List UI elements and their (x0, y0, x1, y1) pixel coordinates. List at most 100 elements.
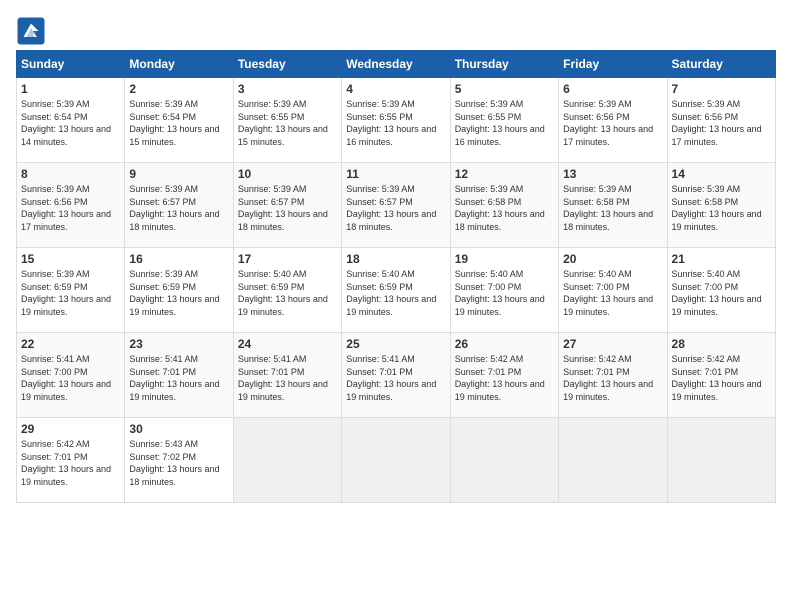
calendar-body: 1 Sunrise: 5:39 AMSunset: 6:54 PMDayligh… (17, 78, 776, 503)
day-info: Sunrise: 5:39 AMSunset: 6:57 PMDaylight:… (346, 184, 436, 232)
day-number: 13 (563, 167, 662, 181)
day-number: 14 (672, 167, 771, 181)
calendar-cell: 29 Sunrise: 5:42 AMSunset: 7:01 PMDaylig… (17, 418, 125, 503)
day-info: Sunrise: 5:39 AMSunset: 6:59 PMDaylight:… (129, 269, 219, 317)
day-info: Sunrise: 5:39 AMSunset: 6:54 PMDaylight:… (21, 99, 111, 147)
day-info: Sunrise: 5:39 AMSunset: 6:58 PMDaylight:… (563, 184, 653, 232)
day-info: Sunrise: 5:39 AMSunset: 6:56 PMDaylight:… (563, 99, 653, 147)
day-number: 22 (21, 337, 120, 351)
day-number: 20 (563, 252, 662, 266)
calendar-header-monday: Monday (125, 51, 233, 78)
calendar-cell: 6 Sunrise: 5:39 AMSunset: 6:56 PMDayligh… (559, 78, 667, 163)
calendar-cell: 21 Sunrise: 5:40 AMSunset: 7:00 PMDaylig… (667, 248, 775, 333)
page-header (16, 16, 776, 46)
day-info: Sunrise: 5:39 AMSunset: 6:59 PMDaylight:… (21, 269, 111, 317)
calendar-cell: 11 Sunrise: 5:39 AMSunset: 6:57 PMDaylig… (342, 163, 450, 248)
calendar-cell: 24 Sunrise: 5:41 AMSunset: 7:01 PMDaylig… (233, 333, 341, 418)
calendar-cell: 7 Sunrise: 5:39 AMSunset: 6:56 PMDayligh… (667, 78, 775, 163)
day-number: 19 (455, 252, 554, 266)
day-info: Sunrise: 5:39 AMSunset: 6:56 PMDaylight:… (21, 184, 111, 232)
calendar-cell: 12 Sunrise: 5:39 AMSunset: 6:58 PMDaylig… (450, 163, 558, 248)
day-number: 1 (21, 82, 120, 96)
calendar-cell: 1 Sunrise: 5:39 AMSunset: 6:54 PMDayligh… (17, 78, 125, 163)
calendar-cell: 27 Sunrise: 5:42 AMSunset: 7:01 PMDaylig… (559, 333, 667, 418)
day-number: 10 (238, 167, 337, 181)
day-number: 16 (129, 252, 228, 266)
day-info: Sunrise: 5:39 AMSunset: 6:57 PMDaylight:… (238, 184, 328, 232)
calendar-cell (342, 418, 450, 503)
day-info: Sunrise: 5:39 AMSunset: 6:58 PMDaylight:… (455, 184, 545, 232)
calendar-cell: 2 Sunrise: 5:39 AMSunset: 6:54 PMDayligh… (125, 78, 233, 163)
calendar-header-wednesday: Wednesday (342, 51, 450, 78)
day-info: Sunrise: 5:39 AMSunset: 6:55 PMDaylight:… (238, 99, 328, 147)
calendar-header-tuesday: Tuesday (233, 51, 341, 78)
day-number: 2 (129, 82, 228, 96)
day-number: 29 (21, 422, 120, 436)
calendar-week-row: 8 Sunrise: 5:39 AMSunset: 6:56 PMDayligh… (17, 163, 776, 248)
day-number: 30 (129, 422, 228, 436)
day-number: 28 (672, 337, 771, 351)
day-info: Sunrise: 5:41 AMSunset: 7:00 PMDaylight:… (21, 354, 111, 402)
day-number: 7 (672, 82, 771, 96)
calendar-header-row: SundayMondayTuesdayWednesdayThursdayFrid… (17, 51, 776, 78)
calendar-cell: 20 Sunrise: 5:40 AMSunset: 7:00 PMDaylig… (559, 248, 667, 333)
calendar-cell: 23 Sunrise: 5:41 AMSunset: 7:01 PMDaylig… (125, 333, 233, 418)
day-number: 15 (21, 252, 120, 266)
day-number: 8 (21, 167, 120, 181)
calendar-header-saturday: Saturday (667, 51, 775, 78)
day-info: Sunrise: 5:42 AMSunset: 7:01 PMDaylight:… (563, 354, 653, 402)
calendar-cell: 3 Sunrise: 5:39 AMSunset: 6:55 PMDayligh… (233, 78, 341, 163)
calendar-cell: 15 Sunrise: 5:39 AMSunset: 6:59 PMDaylig… (17, 248, 125, 333)
calendar-header-sunday: Sunday (17, 51, 125, 78)
calendar-header-friday: Friday (559, 51, 667, 78)
day-number: 24 (238, 337, 337, 351)
calendar-week-row: 22 Sunrise: 5:41 AMSunset: 7:00 PMDaylig… (17, 333, 776, 418)
calendar-week-row: 15 Sunrise: 5:39 AMSunset: 6:59 PMDaylig… (17, 248, 776, 333)
day-info: Sunrise: 5:42 AMSunset: 7:01 PMDaylight:… (21, 439, 111, 487)
day-number: 25 (346, 337, 445, 351)
day-number: 21 (672, 252, 771, 266)
calendar-cell: 8 Sunrise: 5:39 AMSunset: 6:56 PMDayligh… (17, 163, 125, 248)
day-number: 23 (129, 337, 228, 351)
day-number: 17 (238, 252, 337, 266)
calendar-cell: 4 Sunrise: 5:39 AMSunset: 6:55 PMDayligh… (342, 78, 450, 163)
calendar-cell: 13 Sunrise: 5:39 AMSunset: 6:58 PMDaylig… (559, 163, 667, 248)
calendar-week-row: 29 Sunrise: 5:42 AMSunset: 7:01 PMDaylig… (17, 418, 776, 503)
calendar-cell: 14 Sunrise: 5:39 AMSunset: 6:58 PMDaylig… (667, 163, 775, 248)
calendar-table: SundayMondayTuesdayWednesdayThursdayFrid… (16, 50, 776, 503)
calendar-cell: 19 Sunrise: 5:40 AMSunset: 7:00 PMDaylig… (450, 248, 558, 333)
day-info: Sunrise: 5:39 AMSunset: 6:54 PMDaylight:… (129, 99, 219, 147)
calendar-cell (233, 418, 341, 503)
day-info: Sunrise: 5:42 AMSunset: 7:01 PMDaylight:… (455, 354, 545, 402)
calendar-cell: 9 Sunrise: 5:39 AMSunset: 6:57 PMDayligh… (125, 163, 233, 248)
day-number: 26 (455, 337, 554, 351)
day-number: 3 (238, 82, 337, 96)
logo-icon (16, 16, 46, 46)
day-number: 11 (346, 167, 445, 181)
day-info: Sunrise: 5:41 AMSunset: 7:01 PMDaylight:… (129, 354, 219, 402)
day-info: Sunrise: 5:39 AMSunset: 6:56 PMDaylight:… (672, 99, 762, 147)
day-info: Sunrise: 5:40 AMSunset: 7:00 PMDaylight:… (672, 269, 762, 317)
day-info: Sunrise: 5:40 AMSunset: 6:59 PMDaylight:… (346, 269, 436, 317)
calendar-cell: 5 Sunrise: 5:39 AMSunset: 6:55 PMDayligh… (450, 78, 558, 163)
day-info: Sunrise: 5:39 AMSunset: 6:55 PMDaylight:… (455, 99, 545, 147)
calendar-cell: 10 Sunrise: 5:39 AMSunset: 6:57 PMDaylig… (233, 163, 341, 248)
calendar-week-row: 1 Sunrise: 5:39 AMSunset: 6:54 PMDayligh… (17, 78, 776, 163)
day-info: Sunrise: 5:40 AMSunset: 7:00 PMDaylight:… (455, 269, 545, 317)
day-number: 12 (455, 167, 554, 181)
day-number: 6 (563, 82, 662, 96)
day-info: Sunrise: 5:39 AMSunset: 6:58 PMDaylight:… (672, 184, 762, 232)
day-info: Sunrise: 5:41 AMSunset: 7:01 PMDaylight:… (238, 354, 328, 402)
calendar-cell: 28 Sunrise: 5:42 AMSunset: 7:01 PMDaylig… (667, 333, 775, 418)
calendar-cell (450, 418, 558, 503)
calendar-cell: 30 Sunrise: 5:43 AMSunset: 7:02 PMDaylig… (125, 418, 233, 503)
calendar-cell: 16 Sunrise: 5:39 AMSunset: 6:59 PMDaylig… (125, 248, 233, 333)
day-info: Sunrise: 5:39 AMSunset: 6:57 PMDaylight:… (129, 184, 219, 232)
day-number: 18 (346, 252, 445, 266)
logo (16, 16, 52, 46)
day-info: Sunrise: 5:40 AMSunset: 6:59 PMDaylight:… (238, 269, 328, 317)
day-info: Sunrise: 5:43 AMSunset: 7:02 PMDaylight:… (129, 439, 219, 487)
calendar-cell: 18 Sunrise: 5:40 AMSunset: 6:59 PMDaylig… (342, 248, 450, 333)
calendar-cell: 22 Sunrise: 5:41 AMSunset: 7:00 PMDaylig… (17, 333, 125, 418)
day-info: Sunrise: 5:42 AMSunset: 7:01 PMDaylight:… (672, 354, 762, 402)
